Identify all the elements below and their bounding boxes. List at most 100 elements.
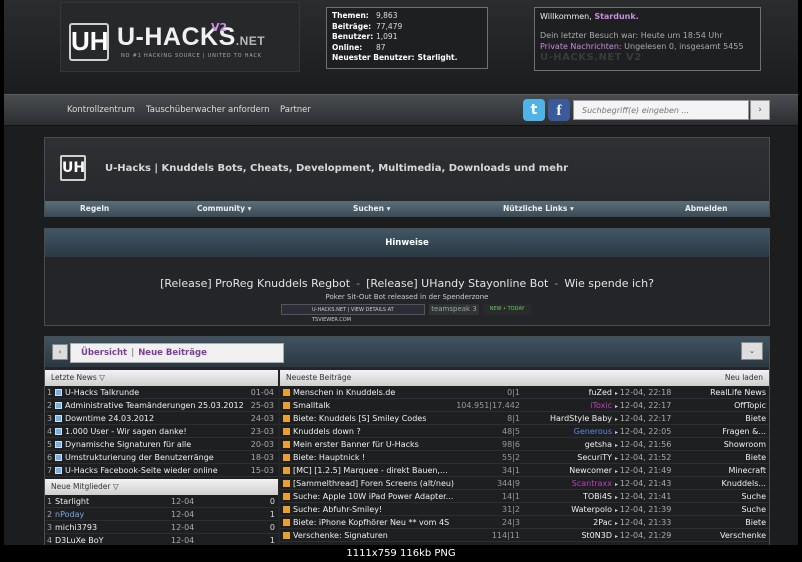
post-author[interactable]: 2Pac [520, 516, 612, 529]
post-time: 12-04, 22:05 [615, 425, 671, 439]
collapse-chevron-icon[interactable]: ⌄ [741, 342, 763, 360]
member-name[interactable]: D3LuXe BoY [55, 534, 104, 545]
post-row[interactable]: Biete: iPhone Kopfhörer Neu ** vom 4S 24|… [280, 516, 769, 529]
post-author[interactable]: TOBi4S [520, 490, 612, 503]
expand-arrow-icon[interactable]: › [52, 344, 68, 360]
post-row[interactable]: [Sammelthread] Foren Screens (alt/neu) 34… [280, 477, 769, 490]
member-item[interactable]: 4 D3LuXe BoY 12-04 1 [45, 534, 278, 545]
subnav-community[interactable]: Community ▾ [197, 204, 251, 213]
overview-tabs[interactable]: Übersicht | Neue Beiträge [70, 343, 284, 363]
news-title[interactable]: Dynamische Signaturen für alle [65, 438, 191, 451]
nav-kontrollzentrum[interactable]: Kontrollzentrum [67, 105, 135, 115]
subnav-regeln[interactable]: Regeln [80, 204, 109, 213]
post-row[interactable]: Mein erster Banner für U-Hacks 98|6 getsha… [280, 438, 769, 451]
site-banner: UH U-Hacks | Knuddels Bots, Cheats, Deve… [44, 137, 770, 217]
subnav-abmelden[interactable]: Abmelden [685, 204, 727, 213]
post-forum[interactable]: Biete [745, 412, 766, 425]
member-name[interactable]: Starlight [55, 495, 89, 508]
notice-link-proreg[interactable]: [Release] ProReg Knuddels Regbot [160, 277, 350, 290]
post-author[interactable]: getsha [520, 438, 612, 451]
post-author[interactable]: Generous [520, 425, 612, 438]
nav-partner[interactable]: Partner [280, 105, 311, 115]
post-row[interactable]: Biete: Hauptnick !55|2SecuriTY12-04, 21:… [280, 451, 769, 464]
notice-link-uhandy[interactable]: [Release] UHandy Stayonline Bot [366, 277, 548, 290]
reload-button[interactable]: Neu laden [725, 370, 763, 386]
site-logo[interactable]: UH U-HACKS.NET V2 NO #1 HACKING SOURCE |… [60, 2, 300, 72]
post-forum[interactable]: Showroom [724, 438, 766, 451]
news-item[interactable]: 1 U-Hacks Talkrunde 01-04 [45, 386, 278, 399]
left-column: Letzte News ▽ 1 U-Hacks Talkrunde 01-04 2 Ad… [45, 370, 278, 545]
facebook-icon[interactable]: f [548, 99, 570, 121]
news-date: 20-03 [250, 440, 274, 449]
post-forum[interactable]: RealLife News [710, 386, 766, 399]
post-author[interactable]: Newcomer [520, 464, 612, 477]
member-name[interactable]: nPoday [55, 508, 84, 521]
post-row[interactable]: Verschenke: Signaturen114|11St0N3D12-04,… [280, 529, 769, 542]
teamspeak-badge[interactable]: teamspeak 3 [429, 304, 479, 315]
news-item[interactable]: 7 U-Hacks Facebook-Seite wieder online 15-… [45, 464, 278, 477]
news-title[interactable]: Downtime 24.03.2012 [65, 412, 154, 425]
thread-icon [283, 519, 290, 526]
post-forum[interactable]: Suche [741, 490, 766, 503]
post-forum[interactable]: Fragen &... [722, 425, 766, 438]
member-name[interactable]: michi3793 [55, 521, 97, 534]
uh-logo-icon: UH [69, 23, 109, 61]
subnav-nuetzliche-links[interactable]: Nützliche Links ▾ [503, 204, 574, 213]
new-members-list: 1 Starlight 12-04 0 2 nPoday 12-04 1 3 michi3793 1… [45, 495, 278, 545]
post-author[interactable]: SecuriTY [520, 451, 612, 464]
news-title[interactable]: Administrative Teamänderungen 25.03.2012 [65, 399, 244, 412]
notice-subtext[interactable]: Poker Sit-Out Bot released in der Spende… [45, 293, 769, 301]
news-title[interactable]: U-Hacks Facebook-Seite wieder online [65, 464, 218, 477]
post-author[interactable]: iToxic [520, 399, 612, 412]
post-row[interactable]: Biete: Knuddels [S] Smiley Codes 8|1 HardS… [280, 412, 769, 425]
post-forum[interactable]: Biete [745, 516, 766, 529]
welcome-user-link[interactable]: Stardunk. [594, 12, 638, 21]
post-author[interactable]: Waterpolo [520, 503, 612, 516]
news-item[interactable]: 6 Umstrukturierung der Benutzerränge 18-03 [45, 451, 278, 464]
post-author[interactable]: fuZed [520, 386, 612, 399]
member-date: 12-04 [171, 523, 195, 532]
new-members-header[interactable]: Neue Mitglieder ▽ [45, 479, 278, 495]
search-button[interactable]: › [750, 100, 770, 120]
tsviewer-badge[interactable]: U-HACKS.NET | VIEW DETAILS AT TSVIEWER.C… [281, 304, 425, 323]
news-doc-icon [55, 402, 62, 409]
post-forum[interactable]: Suche [741, 503, 766, 516]
post-row[interactable]: [MC] [1.2.5] Marquee - direkt Bauen,... 3… [280, 464, 769, 477]
post-forum[interactable]: Biete [745, 451, 766, 464]
post-forum[interactable]: OffTopic [734, 399, 766, 412]
post-row[interactable]: Menschen in Knuddels.de0|1fuZed12-04, 22… [280, 386, 769, 399]
news-title[interactable]: Umstrukturierung der Benutzerränge [65, 451, 214, 464]
news-item[interactable]: 3 Downtime 24.03.2012 24-03 [45, 412, 278, 425]
post-author[interactable]: Scantraxx [520, 477, 612, 490]
post-author[interactable]: St0N3D [520, 529, 612, 542]
notice-link-spende[interactable]: Wie spende ich? [564, 277, 654, 290]
new-today-badge[interactable]: NEW • TODAY [483, 304, 531, 315]
search-input[interactable] [573, 100, 749, 120]
member-item[interactable]: 2 nPoday 12-04 1 [45, 508, 278, 521]
post-row[interactable]: Suche: Abfuhr-Smiley!31|2Waterpolo12-04,… [280, 503, 769, 516]
post-row[interactable]: Knuddels down ?48|5Generous12-04, 22:05F… [280, 425, 769, 438]
stat-value[interactable]: Starlight. [417, 53, 457, 64]
news-title[interactable]: U-Hacks Talkrunde [65, 386, 139, 399]
news-item[interactable]: 2 Administrative Teamänderungen 25.03.201… [45, 399, 278, 412]
member-item[interactable]: 3 michi3793 12-04 0 [45, 521, 278, 534]
post-forum[interactable]: Knuddels... [722, 477, 766, 490]
news-title[interactable]: 1.000 User - Wir sagen danke! [65, 425, 187, 438]
news-item[interactable]: 4 1.000 User - Wir sagen danke! 23-03 [45, 425, 278, 438]
private-messages[interactable]: Private Nachrichten: Ungelesen 0, insges… [540, 41, 755, 52]
tab-neue-beitraege[interactable]: Neue Beiträge [138, 348, 207, 358]
member-item[interactable]: 1 Starlight 12-04 0 [45, 495, 278, 508]
nav-tauschueberwacher[interactable]: Tauschüberwacher anfordern [146, 105, 270, 115]
post-author[interactable]: HardStyle Baby [520, 412, 612, 425]
post-row[interactable]: Suche: Apple 10W iPad Power Adapter... 14… [280, 490, 769, 503]
subnav-suchen[interactable]: Suchen ▾ [353, 204, 390, 213]
post-time: 12-04, 21:49 [615, 464, 671, 478]
twitter-icon[interactable]: t [523, 99, 545, 121]
tab-uebersicht[interactable]: Übersicht [81, 348, 127, 358]
post-forum[interactable]: Minecraft [728, 464, 766, 477]
post-forum[interactable]: Verschenke [720, 529, 766, 542]
post-row[interactable]: Smalltalk104.951|17.442iToxic12-04, 22:1… [280, 399, 769, 412]
banner-title: U-Hacks | Knuddels Bots, Cheats, Develop… [105, 163, 569, 174]
latest-news-header[interactable]: Letzte News ▽ [45, 370, 278, 386]
news-item[interactable]: 5 Dynamische Signaturen für alle 20-03 [45, 438, 278, 451]
